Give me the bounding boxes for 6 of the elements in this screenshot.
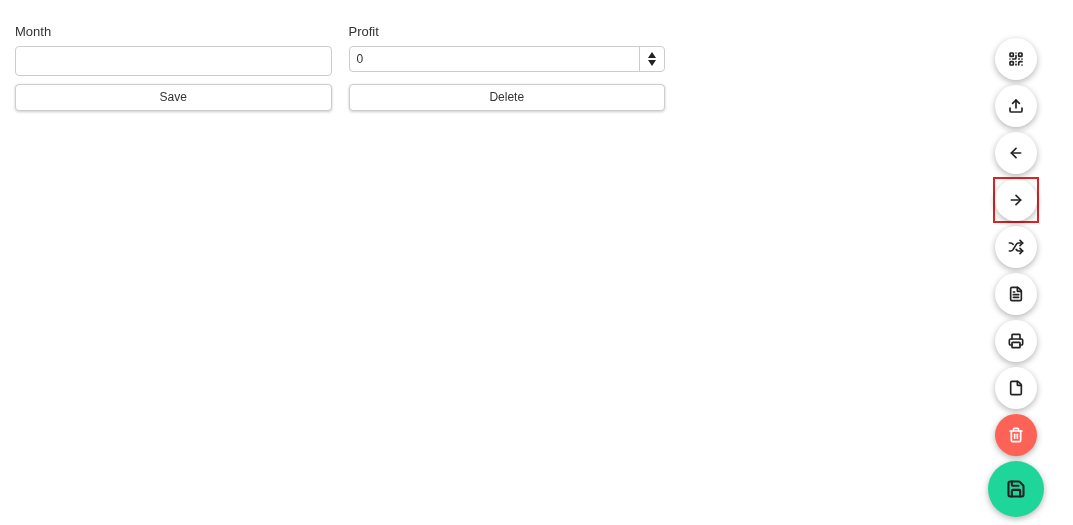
field-value: 0 bbox=[355, 50, 365, 68]
number-field[interactable]: 0 bbox=[348, 45, 665, 72]
field-label: Month bbox=[15, 23, 53, 41]
action-button[interactable]: Delete bbox=[348, 83, 665, 111]
action-button[interactable]: Save bbox=[15, 83, 332, 111]
field-label: Profit bbox=[348, 23, 380, 41]
